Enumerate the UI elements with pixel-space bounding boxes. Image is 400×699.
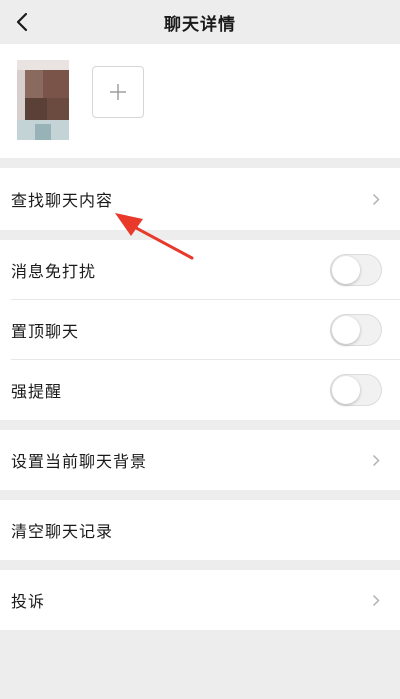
avatar[interactable] [17, 60, 69, 140]
plus-icon [110, 84, 126, 100]
strong-alert-toggle[interactable] [330, 374, 382, 406]
back-button[interactable] [0, 0, 44, 44]
add-member-button[interactable] [92, 66, 144, 118]
sticky-chat-toggle[interactable] [330, 314, 382, 346]
set-chat-background-label: 设置当前聊天背景 [11, 452, 148, 471]
sticky-chat-label: 置顶聊天 [11, 322, 80, 341]
mute-notifications-toggle[interactable] [330, 254, 382, 286]
chevron-right-icon [372, 594, 380, 607]
chevron-left-icon [16, 12, 28, 32]
toggle-knob [332, 256, 360, 284]
toggle-knob [332, 316, 360, 344]
sticky-chat-row: 置顶聊天 [0, 300, 400, 360]
toggle-knob [332, 376, 360, 404]
report-label: 投诉 [11, 592, 46, 611]
report-row[interactable]: 投诉 [0, 570, 400, 630]
strong-alert-row: 强提醒 [0, 360, 400, 420]
page-title: 聊天详情 [164, 14, 236, 35]
chat-details-screen: 聊天详情 查找聊天内容 消息免打扰 置顶聊天 强提醒 设置当前聊天背景 清空聊天… [0, 0, 400, 699]
navigation-bar: 聊天详情 [0, 0, 400, 44]
search-chat-content-label: 查找聊天内容 [11, 191, 114, 210]
strong-alert-label: 强提醒 [11, 382, 63, 401]
members-section [0, 44, 400, 158]
clear-chat-history-label: 清空聊天记录 [11, 522, 114, 541]
mute-notifications-row: 消息免打扰 [0, 240, 400, 300]
search-chat-content-row[interactable]: 查找聊天内容 [0, 168, 400, 230]
chevron-right-icon [372, 454, 380, 467]
clear-chat-history-row[interactable]: 清空聊天记录 [0, 500, 400, 560]
set-chat-background-row[interactable]: 设置当前聊天背景 [0, 430, 400, 490]
chevron-right-icon [372, 193, 380, 206]
mute-notifications-label: 消息免打扰 [11, 262, 97, 281]
